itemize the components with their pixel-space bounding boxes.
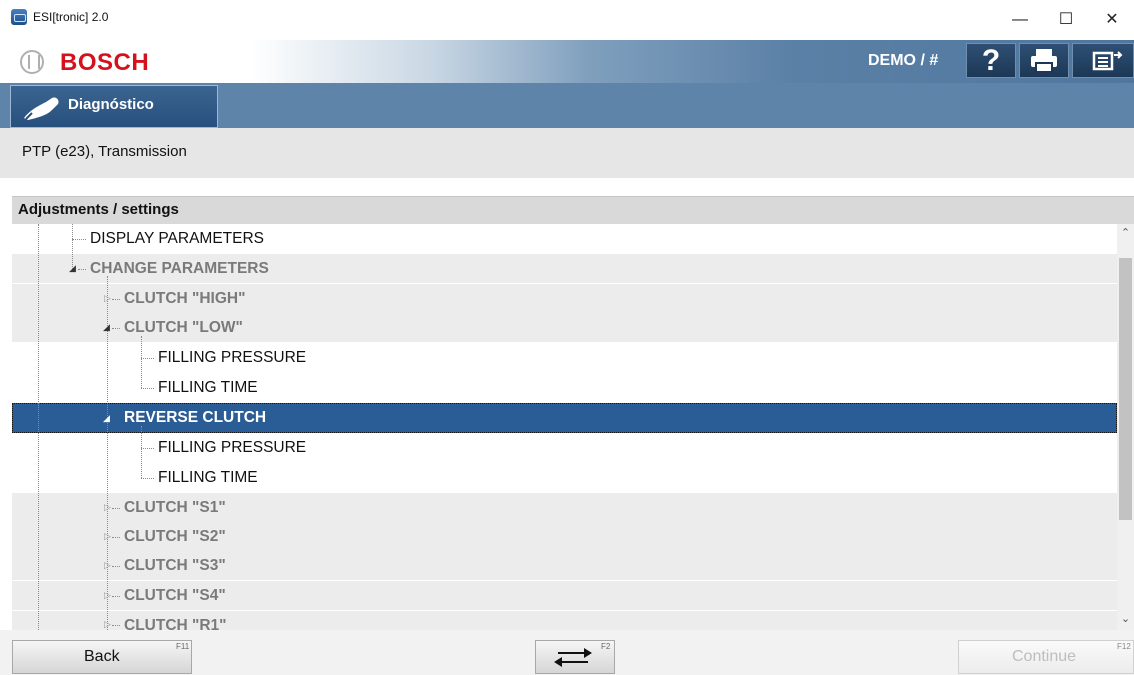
collapse-triangle-icon[interactable]: ◢ xyxy=(69,263,76,274)
tree-row[interactable]: FILLING PRESSURE xyxy=(12,433,1117,462)
maximize-button[interactable]: ☐ xyxy=(1043,0,1089,40)
tree-guide-line xyxy=(141,336,142,388)
tab-diagnostico-label: Diagnóstico xyxy=(68,96,154,113)
tree-row[interactable]: FILLING PRESSURE xyxy=(12,343,1117,372)
scroll-up-icon[interactable]: ⌃ xyxy=(1117,226,1134,242)
tree-connector xyxy=(112,537,120,538)
tree-item-label: CLUTCH "S3" xyxy=(124,557,226,574)
tree-connector xyxy=(112,299,120,300)
tree-item-label: CLUTCH "S4" xyxy=(124,587,226,604)
tree-item-label: FILLING TIME xyxy=(158,379,258,396)
continue-button-label: Continue xyxy=(1012,648,1077,665)
tree-connector xyxy=(141,358,154,359)
demo-mode-label: DEMO / # xyxy=(868,52,939,69)
plug-icon xyxy=(24,97,59,120)
tree-row[interactable]: CLUTCH "R1" xyxy=(12,611,1117,630)
tree-row[interactable]: CLUTCH "HIGH" xyxy=(12,284,1117,313)
tree-connector xyxy=(112,596,120,597)
tree-row[interactable]: DISPLAY PARAMETERS xyxy=(12,224,1117,253)
tree-connector xyxy=(112,508,120,509)
tree-item-label: CHANGE PARAMETERS xyxy=(90,260,269,277)
expand-triangle-icon[interactable]: ▷ xyxy=(104,590,111,601)
scrollbar-thumb[interactable] xyxy=(1119,258,1132,520)
tree-connector xyxy=(112,625,120,626)
tree-item-label: REVERSE CLUTCH xyxy=(124,409,267,426)
expand-triangle-icon[interactable]: ▷ xyxy=(104,502,111,513)
collapse-triangle-icon[interactable]: ◢ xyxy=(103,413,110,424)
tree-connector xyxy=(141,478,154,479)
window-title: ESI[tronic] 2.0 xyxy=(33,10,109,24)
scroll-down-icon[interactable]: ⌄ xyxy=(1117,612,1134,628)
tree-connector xyxy=(112,328,120,329)
settings-tree: DISPLAY PARAMETERS CHANGE PARAMETERS CLU… xyxy=(12,224,1117,630)
tree-connector xyxy=(78,269,86,270)
expand-triangle-icon[interactable]: ▷ xyxy=(104,619,111,630)
tree-connector xyxy=(72,239,86,240)
panel-header xyxy=(12,196,1134,224)
export-list-icon xyxy=(1092,51,1123,71)
window-titlebar xyxy=(0,0,1134,40)
tree-connector xyxy=(112,566,120,567)
app-icon xyxy=(11,9,27,25)
expand-triangle-icon[interactable]: ▷ xyxy=(104,293,111,304)
tree-item-label: CLUTCH "S2" xyxy=(124,528,226,545)
tree-item-label: FILLING PRESSURE xyxy=(158,349,307,366)
help-button[interactable]: ? xyxy=(966,43,1016,78)
printer-icon xyxy=(1031,49,1057,73)
back-button-label: Back xyxy=(84,648,120,665)
tree-connector xyxy=(141,448,154,449)
separator xyxy=(0,178,1134,196)
tree-row[interactable]: CHANGE PARAMETERS xyxy=(12,254,1117,283)
tree-item-label: CLUTCH "LOW" xyxy=(124,319,243,336)
tree-item-label: FILLING TIME xyxy=(158,469,258,486)
tree-row[interactable]: CLUTCH "S2" xyxy=(12,522,1117,551)
export-button[interactable] xyxy=(1072,43,1134,78)
tree-item-label: FILLING PRESSURE xyxy=(158,439,307,456)
tree-row[interactable]: CLUTCH "LOW" xyxy=(12,313,1117,342)
brand-wordmark: BOSCH xyxy=(60,49,150,76)
expand-triangle-icon[interactable]: ▷ xyxy=(104,531,111,542)
bosch-logo-icon xyxy=(20,50,44,74)
swap-arrows-icon xyxy=(554,648,592,667)
collapse-triangle-icon[interactable]: ◢ xyxy=(103,322,110,333)
app-header xyxy=(0,40,1134,83)
tree-row[interactable]: FILLING TIME xyxy=(12,463,1117,492)
expand-triangle-icon[interactable]: ▷ xyxy=(104,560,111,571)
back-shortcut-key: F11 xyxy=(176,642,190,651)
tree-row[interactable]: FILLING TIME xyxy=(12,373,1117,402)
tree-item-label: CLUTCH "S1" xyxy=(124,499,226,516)
panel-title: Adjustments / settings xyxy=(18,201,179,218)
tree-item-label: DISPLAY PARAMETERS xyxy=(90,230,264,247)
tree-row[interactable]: CLUTCH "S3" xyxy=(12,551,1117,580)
tree-guide-line xyxy=(38,224,39,630)
tree-row-selected[interactable]: REVERSE CLUTCH xyxy=(12,403,1117,433)
tree-row[interactable]: CLUTCH "S1" xyxy=(12,493,1117,522)
minimize-button[interactable]: — xyxy=(997,0,1043,40)
tree-item-label: CLUTCH "HIGH" xyxy=(124,290,246,307)
continue-shortcut-key: F12 xyxy=(1117,642,1131,651)
tree-item-label: CLUTCH "R1" xyxy=(124,617,227,630)
tree-connector xyxy=(141,388,154,389)
tree-row[interactable]: CLUTCH "S4" xyxy=(12,581,1117,610)
swap-shortcut-key: F2 xyxy=(601,642,611,651)
close-button[interactable]: ✕ xyxy=(1089,0,1134,40)
tree-guide-line xyxy=(141,426,142,478)
print-button[interactable] xyxy=(1019,43,1069,78)
breadcrumb: PTP (e23), Transmission xyxy=(22,143,187,160)
